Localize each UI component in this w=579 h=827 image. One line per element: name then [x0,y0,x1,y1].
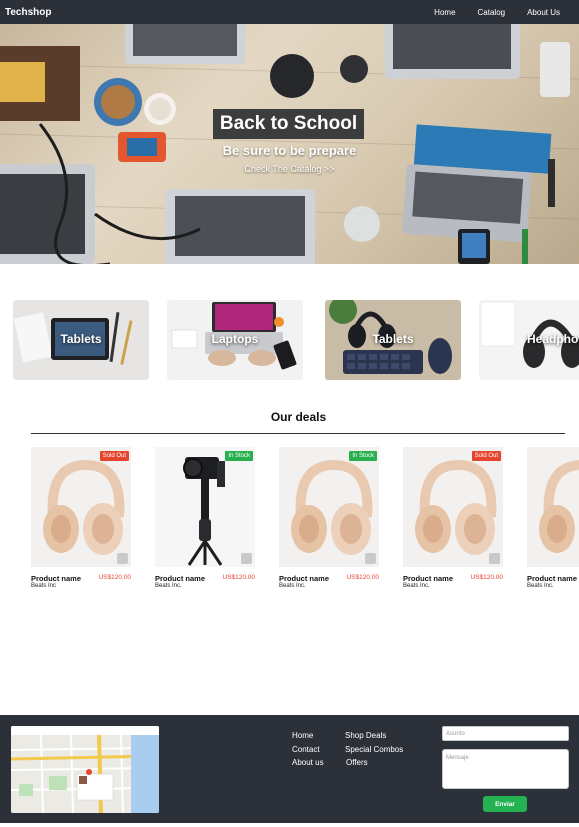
category-card-laptops[interactable]: Laptops [167,300,303,380]
map-image [11,726,159,813]
footer-links-primary: Home Contact About us [292,729,324,770]
footer-link-contact[interactable]: Contact [292,743,324,757]
deals-heading: Our deals [270,410,327,424]
status-badge: Sold Out [471,451,501,461]
brand-logo[interactable]: Techshop [5,7,412,18]
product-card[interactable]: Product name Beats Inc. [527,447,579,597]
product-price: US$120.00 [346,574,379,581]
product-card[interactable]: In Stock Product name US$120.00 Beats In… [155,447,255,589]
category-carousel: Tablets Laptops Tablets Headpho [0,300,579,380]
product-price: US$120.00 [98,574,131,581]
category-card-tablets-2[interactable]: Tablets [325,300,461,380]
product-name: Product name [155,574,206,583]
product-name: Product name [527,574,578,583]
category-label: Tablets [60,332,102,346]
gimbal-camera-icon [183,457,225,566]
product-card[interactable]: Sold Out Product name US$120.00 Beats In… [31,447,131,589]
hero-title: Back to School [219,113,358,134]
navbar: Techshop Home Catalog About Us [0,0,579,24]
product-image: In Stock [155,447,255,567]
product-brand: Beats Inc. [527,583,554,589]
category-label: Headphones [527,332,579,346]
headphones-icon [415,459,497,555]
status-badge: Sold Out [99,451,129,461]
send-button[interactable]: Enviar [483,796,527,812]
footer-link-special-combos[interactable]: Special Combos [345,743,403,757]
message-textarea[interactable]: Mensaje [442,749,569,789]
product-name: Product name [403,574,454,583]
add-to-cart-button[interactable] [365,553,376,564]
add-to-cart-button[interactable] [241,553,252,564]
category-label: Tablets [372,332,414,346]
product-image [527,447,579,567]
nav-link-catalog[interactable]: Catalog [478,8,506,17]
footer-link-home[interactable]: Home [292,729,324,743]
nav-link-home[interactable]: Home [434,8,455,17]
footer-link-offers[interactable]: Offers [345,756,403,770]
product-image: Sold Out [31,447,131,567]
category-label: Laptops [211,332,259,346]
headphones-icon [291,459,373,555]
status-badge: In Stock [349,451,377,461]
product-brand: Beats Inc [31,583,57,589]
hero-title-box: Back to School [213,109,364,139]
hero-subtitle: Be sure to be prepare [222,143,357,158]
product-brand: Beats Inc. [403,583,430,589]
category-card-headphones[interactable]: Headphones [479,300,579,380]
product-price: US$120.00 [470,574,503,581]
product-image: Sold Out [403,447,503,567]
catalog-link[interactable]: Check The Catalog >> [0,164,579,174]
product-brand: Beats Inc. [279,583,306,589]
deals-divider [31,433,565,434]
location-map[interactable] [11,726,159,813]
category-card-tablets[interactable]: Tablets [13,300,149,380]
footer-link-about-us[interactable]: About us [292,756,324,770]
product-image: In Stock [279,447,379,567]
subject-input[interactable]: Asunto [442,726,569,741]
product-price: US$120.00 [222,574,255,581]
footer-links-secondary: Shop Deals Special Combos Offers [345,729,403,770]
add-to-cart-button[interactable] [489,553,500,564]
product-brand: Beats Inc. [155,583,182,589]
headphones-icon [539,460,579,553]
product-name: Product name [279,574,330,583]
footer-link-shop-deals[interactable]: Shop Deals [345,729,403,743]
nav-links: Home Catalog About Us [412,8,574,17]
product-card[interactable]: In Stock Product name US$120.00 Beats In… [279,447,379,589]
hero-banner: Back to School Be sure to be prepare Che… [0,24,579,264]
product-card[interactable]: Sold Out Product name US$120.00 Beats In… [403,447,503,589]
nav-link-about-us[interactable]: About Us [527,8,560,17]
headphones-icon [43,459,125,555]
product-list: Sold Out Product name US$120.00 Beats In… [0,447,579,597]
footer: Home Contact About us Shop Deals Special… [0,715,579,823]
product-name: Product name [31,574,82,583]
add-to-cart-button[interactable] [117,553,128,564]
status-badge: In Stock [225,451,253,461]
